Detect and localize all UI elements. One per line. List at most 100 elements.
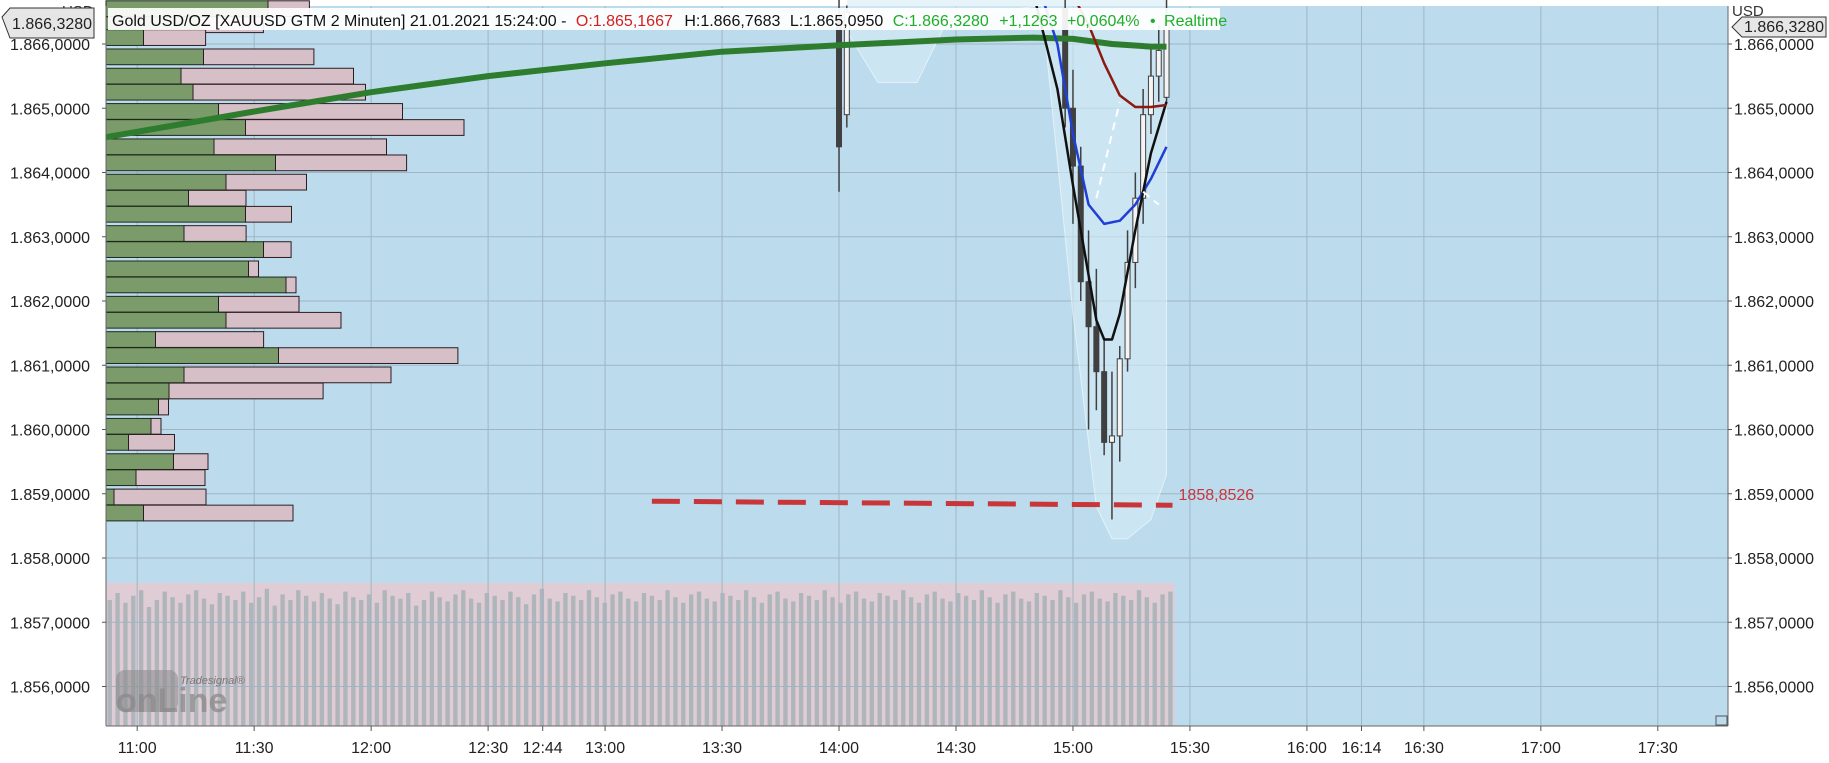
volume-bar <box>516 597 521 726</box>
volume-bar <box>688 594 694 726</box>
volume-profile-sell-bar <box>248 260 259 278</box>
volume-bar <box>374 602 380 726</box>
volume-bar <box>461 590 466 726</box>
volume-bar <box>908 597 914 726</box>
volume-bar <box>830 597 835 726</box>
volume-bar <box>948 601 953 726</box>
volume-bar <box>1089 591 1095 726</box>
volume-profile-buy-bar <box>105 331 156 348</box>
volume-profile-sell-bar <box>285 276 297 294</box>
chart-header-text: Gold USD/OZ [XAUUSD GTM 2 Minuten] 21.01… <box>112 13 1227 30</box>
volume-bar <box>1058 590 1063 726</box>
volume-bar <box>358 600 364 726</box>
volume-bar <box>791 601 796 726</box>
volume-bar <box>649 595 655 726</box>
volume-bar <box>264 588 270 726</box>
volume-bar <box>1018 598 1024 726</box>
y-tick-label-left: 1.856,0000 <box>10 680 90 697</box>
volume-profile-buy-bar <box>105 366 185 384</box>
volume-profile-sell-bar <box>180 67 354 85</box>
volume-profile-sell-bar <box>245 119 465 136</box>
x-tick-label: 11:00 <box>118 740 157 757</box>
volume-profile-buy-bar <box>105 154 276 172</box>
volume-bar <box>1073 602 1079 726</box>
volume-bar <box>987 597 992 726</box>
volume-profile-sell-bar <box>113 488 207 506</box>
volume-bar <box>586 590 592 726</box>
volume-profile-buy-bar <box>105 295 219 313</box>
volume-bar <box>696 591 702 726</box>
volume-bar <box>751 597 757 726</box>
volume-bar <box>995 602 1000 726</box>
volume-profile-buy-bar <box>105 173 227 191</box>
volume-bar <box>916 602 922 726</box>
y-tick-label-right: 1.858,0000 <box>1734 551 1814 568</box>
x-tick-label: 14:00 <box>819 740 859 757</box>
volume-profile-buy-bar <box>105 241 264 258</box>
volume-profile-buy-bar <box>105 469 137 487</box>
y-tick-label-left: 1.863,0000 <box>10 230 90 247</box>
support-level-label: 1858,8526 <box>1179 487 1255 504</box>
volume-bar <box>406 593 411 726</box>
volume-bar <box>1003 594 1008 726</box>
volume-bar <box>1144 597 1150 726</box>
header-status-dot: • <box>1150 13 1156 30</box>
volume-profile-sell-bar <box>213 138 387 156</box>
volume-bar <box>673 597 678 726</box>
x-tick-label: 16:30 <box>1404 740 1444 757</box>
header-change-pct: +0,0604% <box>1067 13 1140 30</box>
candle-body <box>1101 371 1108 443</box>
x-tick-label: 11:30 <box>235 740 274 757</box>
volume-bar <box>421 600 427 726</box>
volume-bar <box>594 597 600 726</box>
volume-profile-sell-bar <box>143 29 207 46</box>
volume-profile-sell-bar <box>168 382 324 400</box>
volume-bar <box>728 595 733 726</box>
y-tick-label-left: 1.857,0000 <box>10 615 90 632</box>
watermark-brand-large: onLine <box>116 682 227 720</box>
volume-bar <box>940 598 945 726</box>
volume-bar <box>1105 601 1110 726</box>
y-tick-label-right: 1.866,0000 <box>1734 37 1814 54</box>
y-tick-label-left: 1.861,0000 <box>10 358 90 375</box>
volume-profile-buy-bar <box>105 433 129 451</box>
volume-bar <box>932 591 937 726</box>
header-instrument: Gold USD/OZ [XAUUSD GTM 2 Minuten] 21.01… <box>112 13 566 30</box>
x-tick-label: 15:30 <box>1170 740 1210 757</box>
volume-profile-buy-bar <box>105 453 174 470</box>
volume-bar <box>956 593 961 726</box>
volume-bar <box>657 600 662 726</box>
volume-profile-buy-bar <box>105 347 279 364</box>
volume-bar <box>853 591 859 726</box>
x-tick-label: 15:00 <box>1053 740 1093 757</box>
volume-bar <box>893 600 898 726</box>
volume-profile-buy-bar <box>105 29 144 46</box>
volume-bar <box>1081 594 1087 726</box>
watermark-logo: Tradesignal® onLine <box>116 670 246 720</box>
volume-profile-sell-bar <box>245 205 292 223</box>
volume-bar <box>492 595 497 726</box>
volume-bar <box>1026 601 1032 726</box>
volume-profile-sell-bar <box>183 366 392 384</box>
volume-bar <box>901 590 906 726</box>
volume-bar <box>1066 597 1071 726</box>
chart-header: Gold USD/OZ [XAUUSD GTM 2 Minuten] 21.01… <box>108 8 1227 30</box>
header-open: O:1.865,1667 <box>576 13 673 30</box>
volume-profile-sell-bar <box>150 417 162 435</box>
volume-bar <box>759 602 765 726</box>
y-tick-label-right: 1.864,0000 <box>1734 166 1814 183</box>
volume-bar <box>814 600 820 726</box>
y-tick-label-right: 1.861,0000 <box>1734 358 1814 375</box>
volume-bar <box>571 595 576 726</box>
volume-bar <box>248 602 254 726</box>
volume-profile-sell-bar <box>155 331 265 348</box>
volume-bar <box>272 605 277 726</box>
volume-profile-buy-bar <box>105 225 185 242</box>
volume-bar <box>798 593 804 726</box>
candle-body <box>1116 358 1123 437</box>
volume-bar <box>280 594 285 726</box>
volume-profile-buy-bar <box>105 311 227 329</box>
volume-bar <box>665 590 670 726</box>
y-tick-label-right: 1.863,0000 <box>1734 230 1814 247</box>
volume-profile-sell-bar <box>203 48 315 66</box>
